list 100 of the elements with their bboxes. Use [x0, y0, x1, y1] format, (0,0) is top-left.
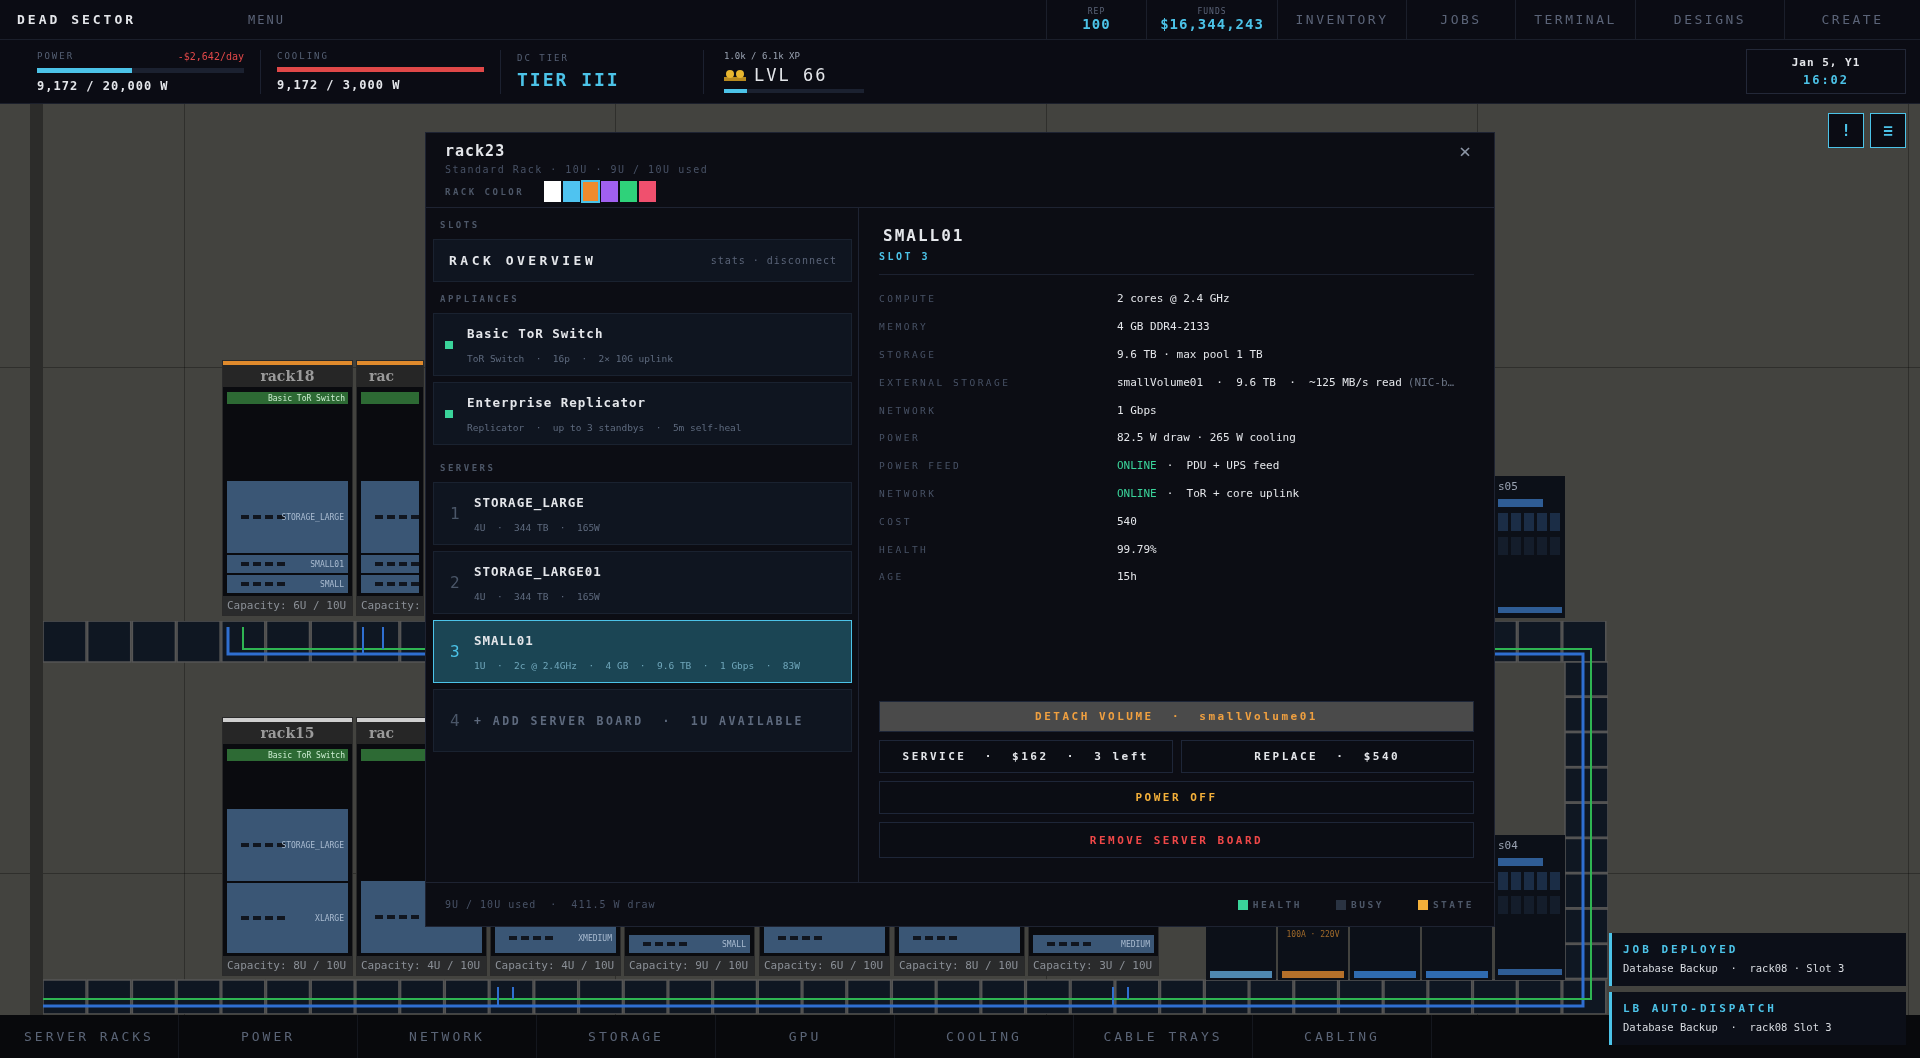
legend-label: STATE — [1432, 899, 1474, 910]
slot-number: 2 — [450, 573, 460, 592]
server-block[interactable]: XLARGE — [227, 883, 348, 953]
nav-button[interactable]: DESIGNS — [1635, 0, 1784, 39]
appliance-detail: ToR Switch · 16p · 2× 10G uplink — [467, 352, 673, 364]
nav-button[interactable]: JOBS — [1406, 0, 1515, 39]
spec-value: 1 Gbps — [1117, 403, 1157, 417]
server-item[interactable]: 3 SMALL01 1U · 2c @ 2.4GHz · 4 GB · 9.6 TB · 1 Gbps · 83W — [433, 620, 852, 683]
action-button[interactable]: REPLACE · $540 — [1180, 740, 1474, 773]
appliance-detail: Replicator · up to 3 standbys · 5m self-heal — [467, 421, 742, 433]
rack-body[interactable]: rack15 Basic ToR Switch STORAGE_LARGE XLARGE Capacity: 8U / 10U — [222, 717, 353, 976]
game-date: Jan 5, Y1 — [1791, 56, 1861, 69]
server-item[interactable]: 2 STORAGE_LARGE01 4U · 344 TB · 165W — [433, 551, 852, 614]
appliance-item[interactable]: Basic ToR Switch ToR Switch · 16p · 2× 10G uplink — [433, 313, 852, 376]
server-block[interactable]: SMALL — [629, 935, 750, 953]
nav-button[interactable]: CREATE — [1784, 0, 1920, 39]
action-button[interactable]: POWER OFF — [879, 781, 1474, 814]
color-swatch[interactable] — [582, 181, 600, 202]
bottom-tab[interactable]: NETWORK — [358, 1015, 537, 1058]
rack-capacity: Capacity: 6U / 10U — [223, 596, 352, 615]
notification-title: LB AUTO-DISPATCH — [1623, 1002, 1778, 1015]
slot-number: 3 — [450, 642, 460, 661]
bottom-tab[interactable]: CABLING — [1253, 1015, 1432, 1058]
switch-label: Basic ToR Switch — [267, 393, 345, 403]
spec-label: EXTERNAL STORAGE — [879, 376, 1012, 388]
bottom-tab[interactable]: STORAGE — [537, 1015, 716, 1058]
server-block[interactable] — [361, 575, 419, 593]
server-block[interactable]: MEDIUM — [1033, 935, 1154, 953]
section-heading: APPLIANCES — [440, 294, 521, 304]
server-block[interactable]: STORAGE_LARGE — [227, 481, 348, 553]
power-unit[interactable]: 100A · 220V — [1278, 927, 1348, 980]
game-time: 16:02 — [1802, 73, 1850, 87]
spec-label: POWER — [879, 432, 922, 444]
server-detail: 4U · 344 TB · 165W — [474, 521, 600, 533]
bottom-tab[interactable]: POWER — [179, 1015, 358, 1058]
server-detail: 1U · 2c @ 2.4GHz · 4 GB · 9.6 TB · 1 Gbps · 83W — [474, 659, 800, 671]
bottom-tab[interactable]: SERVER RACKS — [0, 1015, 179, 1058]
slot-label: SLOT 3 — [879, 251, 932, 262]
section-heading: SLOTS — [440, 220, 481, 230]
spec-note: (NIC-b… — [1407, 375, 1455, 389]
bottom-tab[interactable]: GPU — [716, 1015, 895, 1058]
rack-body[interactable]: rac Capacity: — [356, 360, 424, 616]
rack-overview-item[interactable]: RACK OVERVIEW stats · disconnect — [433, 239, 852, 282]
server-block[interactable]: STORAGE_LARGE — [227, 809, 348, 881]
server-name: STORAGE_LARGE01 — [474, 563, 602, 579]
appliance-name: Enterprise Replicator — [467, 394, 648, 410]
ups-name: s04 — [1498, 839, 1519, 852]
ups-unit[interactable]: s04 — [1495, 835, 1565, 980]
add-server-item[interactable]: 4 + ADD SERVER BOARD · 1U AVAILABLE — [433, 689, 852, 752]
canvas-button[interactable]: ≡ — [1870, 113, 1906, 148]
detail-title: SMALL01 — [883, 226, 966, 245]
color-swatch[interactable] — [544, 181, 562, 202]
spec-label: STORAGE — [879, 349, 938, 360]
color-swatch[interactable] — [601, 181, 619, 202]
stat-value: $16,344,243 — [1160, 16, 1264, 32]
appliance-item[interactable]: Enterprise Replicator Replicator · up to 3 standbys · 5m self-heal — [433, 382, 852, 445]
spec-value: 540 — [1117, 514, 1137, 528]
nav-button[interactable]: INVENTORY — [1277, 0, 1406, 39]
appliance-name: Basic ToR Switch — [467, 325, 605, 341]
power-unit[interactable] — [1206, 927, 1276, 980]
rack-body[interactable]: rack18 Basic ToR Switch STORAGE_LARGE SMALL01 SMALL Capacity: 6U / 10U — [222, 360, 353, 616]
cost-rate: -$2,642/day — [177, 50, 244, 62]
rack-capacity: Capacity: 4U / 10U — [491, 956, 620, 975]
spec-value: 4 GB DDR4-2133 — [1117, 320, 1210, 334]
bottom-tab[interactable]: CABLE TRAYS — [1074, 1015, 1253, 1058]
rack-capacity: Capacity: 6U / 10U — [760, 956, 889, 975]
server-block[interactable] — [361, 555, 419, 573]
legend-label: BUSY — [1351, 899, 1384, 910]
rank-icon — [724, 67, 746, 82]
close-button[interactable]: × — [1454, 141, 1475, 161]
server-block[interactable]: SMALL — [227, 575, 348, 593]
action-button[interactable]: DETACH VOLUME · smallVolume01 — [879, 701, 1474, 732]
action-button[interactable]: REMOVE SERVER BOARD — [879, 822, 1474, 858]
bottom-tab[interactable]: COOLING — [895, 1015, 1074, 1058]
ups-unit[interactable]: s05 — [1495, 476, 1565, 618]
color-swatch[interactable] — [620, 181, 638, 202]
spec-label: AGE — [879, 571, 905, 583]
stat-label: FUNDS — [1197, 7, 1227, 16]
canvas-button[interactable]: ! — [1828, 113, 1864, 148]
dialog-title: rack23 — [445, 142, 506, 160]
dialog-subtitle: Standard Rack · 10U · 9U / 10U used — [445, 164, 710, 175]
rack-capacity: Capacity: 8U / 10U — [895, 956, 1024, 975]
legend-label: HEALTH — [1252, 899, 1302, 910]
action-button[interactable]: SERVICE · $162 · 3 left — [879, 740, 1173, 773]
server-block[interactable]: SMALL01 — [227, 555, 348, 573]
rack-capacity: Capacity: — [357, 596, 423, 615]
power-unit[interactable] — [1422, 927, 1492, 980]
app-title: DEAD SECTOR — [16, 11, 138, 29]
server-item[interactable]: 1 STORAGE_LARGE 4U · 344 TB · 165W — [433, 482, 852, 545]
overview-label: RACK OVERVIEW — [449, 253, 597, 268]
power-unit[interactable] — [1350, 927, 1420, 980]
nav-button[interactable]: TERMINAL — [1515, 0, 1635, 39]
spec-label: MEMORY — [879, 321, 930, 333]
color-swatch[interactable] — [639, 181, 657, 202]
meter-reading: 9,172 / 20,000 W — [37, 78, 170, 93]
menu-button[interactable]: MENU — [248, 12, 285, 27]
server-name: STORAGE_LARGE — [474, 494, 586, 510]
color-swatch[interactable] — [563, 181, 581, 202]
server-block[interactable] — [361, 481, 419, 553]
meter-label: POWER — [37, 50, 75, 62]
